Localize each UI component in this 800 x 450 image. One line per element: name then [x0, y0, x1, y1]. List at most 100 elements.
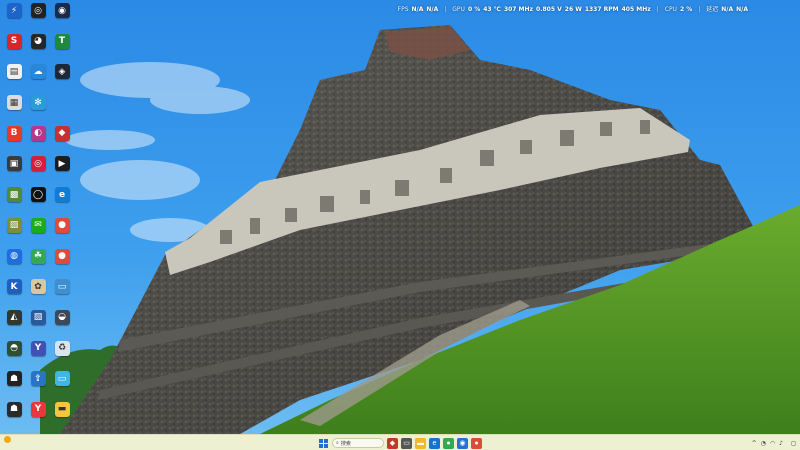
desktop-icon-label	[27, 203, 50, 212]
desktop-icon-label	[27, 418, 50, 427]
desktop-icon-app-14[interactable]: ◐	[26, 124, 50, 154]
desktop-icon-label	[51, 234, 74, 243]
desktop-icon-app-13[interactable]: B	[2, 124, 26, 154]
desktop-icon-app-5[interactable]: ◕	[26, 32, 50, 62]
app-17-icon: ◎	[30, 156, 46, 172]
fps-value-1: N/A	[411, 6, 424, 13]
app-38-icon: ⇪	[30, 371, 46, 387]
desktop-icon-app-1[interactable]: ⚡	[2, 1, 26, 31]
desktop-icon-app-16[interactable]: ▣	[2, 154, 26, 184]
taskbar-browser-a-icon[interactable]: ●	[443, 437, 454, 449]
volume-icon[interactable]: ♪	[779, 440, 783, 447]
desktop-icon-app-18[interactable]: ▶	[50, 154, 74, 184]
desktop-icon-app-34[interactable]: ◓	[2, 339, 26, 369]
desktop-icon-label	[3, 265, 26, 274]
app-7-icon: ▤	[6, 64, 22, 80]
desktop-icon-app-15[interactable]: ◆	[50, 124, 74, 154]
desktop-icon-label	[27, 387, 50, 396]
taskbar-task-view-icon[interactable]: ▭	[401, 437, 412, 449]
desktop-icon-app-3[interactable]: ◉	[50, 1, 74, 31]
desktop-icon-app-27[interactable]: ●	[50, 247, 74, 277]
desktop-icon-app-33[interactable]: ◒	[50, 308, 74, 338]
desktop-icon-app-4[interactable]: S	[2, 32, 26, 62]
overlay-divider: |	[444, 6, 447, 13]
overlay-divider: |	[656, 6, 659, 13]
taskbar-edge-icon[interactable]: e	[429, 437, 440, 449]
app-39-icon: ▭	[54, 371, 70, 387]
app-3-icon: ◉	[54, 3, 70, 18]
desktop-icon-app-22[interactable]: ▨	[2, 216, 26, 246]
taskbar-browser-b-icon[interactable]: ◉	[457, 437, 468, 449]
desktop-icon-app-21[interactable]: e	[50, 185, 74, 215]
network-icon[interactable]: ◠	[770, 440, 775, 447]
notification-icon[interactable]: ◻	[791, 440, 796, 447]
desktop-icon-app-40[interactable]: ☗	[2, 400, 26, 430]
overlay-divider: |	[698, 6, 701, 13]
desktop-icon-app-26[interactable]: ☘	[26, 247, 50, 277]
desktop-icon-app-17[interactable]: ◎	[26, 154, 50, 184]
desktop-icon-label	[27, 357, 50, 366]
desktop-icon-app-29[interactable]: ✿	[26, 277, 50, 307]
chevron-up-icon[interactable]: ^	[752, 440, 757, 447]
desktop-icon-app-6[interactable]: T	[50, 32, 74, 62]
start-button[interactable]	[318, 438, 329, 449]
desktop-icon-app-10[interactable]: ▦	[2, 93, 26, 123]
desktop-icon-label	[3, 142, 26, 151]
latency-label: 延迟	[706, 6, 719, 13]
desktop-icon-app-25[interactable]: ◍	[2, 247, 26, 277]
weather-widget[interactable]	[4, 436, 13, 443]
desktop-icon-label	[3, 19, 26, 28]
desktop-icon-app-2[interactable]: ◎	[26, 1, 50, 31]
app-19-icon: ▩	[6, 187, 22, 203]
desktop-icon-app-24[interactable]: ●	[50, 216, 74, 246]
app-35-icon: Y	[30, 340, 46, 356]
desktop-icon-app-19[interactable]: ▩	[2, 185, 26, 215]
taskbar-file-explorer-icon[interactable]: ▬	[415, 437, 426, 449]
desktop-icon-app-8[interactable]: ☁	[26, 62, 50, 92]
desktop-icon-app-41[interactable]: Y	[26, 400, 50, 430]
desktop-icon-label	[3, 111, 26, 120]
app-42-icon: ▬	[54, 401, 70, 417]
gpu-label: GPU	[452, 6, 465, 13]
app-23-icon: ✉	[30, 217, 46, 233]
desktop-icon-app-7[interactable]: ▤	[2, 62, 26, 92]
app-4-icon: S	[6, 33, 22, 49]
desktop-icon-app-23[interactable]: ✉	[26, 216, 50, 246]
desktop-icon-app-31[interactable]: ◭	[2, 308, 26, 338]
app-21-icon: e	[54, 187, 70, 203]
app-tray-icon[interactable]: ◔	[761, 440, 766, 447]
desktop-icon-label	[51, 418, 74, 427]
desktop-icon-app-38[interactable]: ⇪	[26, 369, 50, 399]
desktop-icon-label	[3, 357, 26, 366]
app-41-icon: Y	[30, 401, 46, 417]
desktop-icon-app-28[interactable]: K	[2, 277, 26, 307]
desktop-icon-app-11[interactable]: ✻	[26, 93, 50, 123]
desktop-icon-app-39[interactable]: ▭	[50, 369, 74, 399]
desktop-icon-app-32[interactable]: ▧	[26, 308, 50, 338]
app-14-icon: ◐	[30, 125, 46, 141]
app-28-icon: K	[6, 279, 22, 295]
search-icon: ⌕	[336, 440, 339, 446]
desktop-icon-app-42[interactable]: ▬	[50, 400, 74, 430]
performance-overlay: FPS N/A N/A | GPU 0 % 43 ℃ 307 MHz 0.805…	[398, 5, 748, 15]
desktop-icon-app-36[interactable]: ♻	[50, 339, 74, 369]
desktop-icon-label	[3, 203, 26, 212]
desktop-icon-label	[51, 203, 74, 212]
desktop-icon-app-35[interactable]: Y	[26, 339, 50, 369]
taskbar-widgets-icon[interactable]: ◆	[387, 437, 398, 449]
app-29-icon: ✿	[30, 279, 46, 295]
app-8-icon: ☁	[30, 64, 46, 80]
desktop-icon-app-20[interactable]: ◯	[26, 185, 50, 215]
desktop-icon-label	[51, 295, 74, 304]
desktop-icon-app-30[interactable]: ▭	[50, 277, 74, 307]
taskbar-search[interactable]: ⌕ 搜索	[332, 438, 384, 448]
app-2-icon: ◎	[30, 3, 46, 18]
desktop-icon-app-9[interactable]: ◈	[50, 62, 74, 92]
app-34-icon: ◓	[6, 340, 22, 356]
desktop-icon-app-37[interactable]: ☗	[2, 369, 26, 399]
app-25-icon: ◍	[6, 248, 22, 264]
app-40-icon: ☗	[6, 401, 22, 417]
desktop-icon-label	[51, 50, 74, 59]
taskbar-chrome-icon[interactable]: ●	[471, 437, 482, 449]
desktop-icon-label	[3, 80, 26, 89]
